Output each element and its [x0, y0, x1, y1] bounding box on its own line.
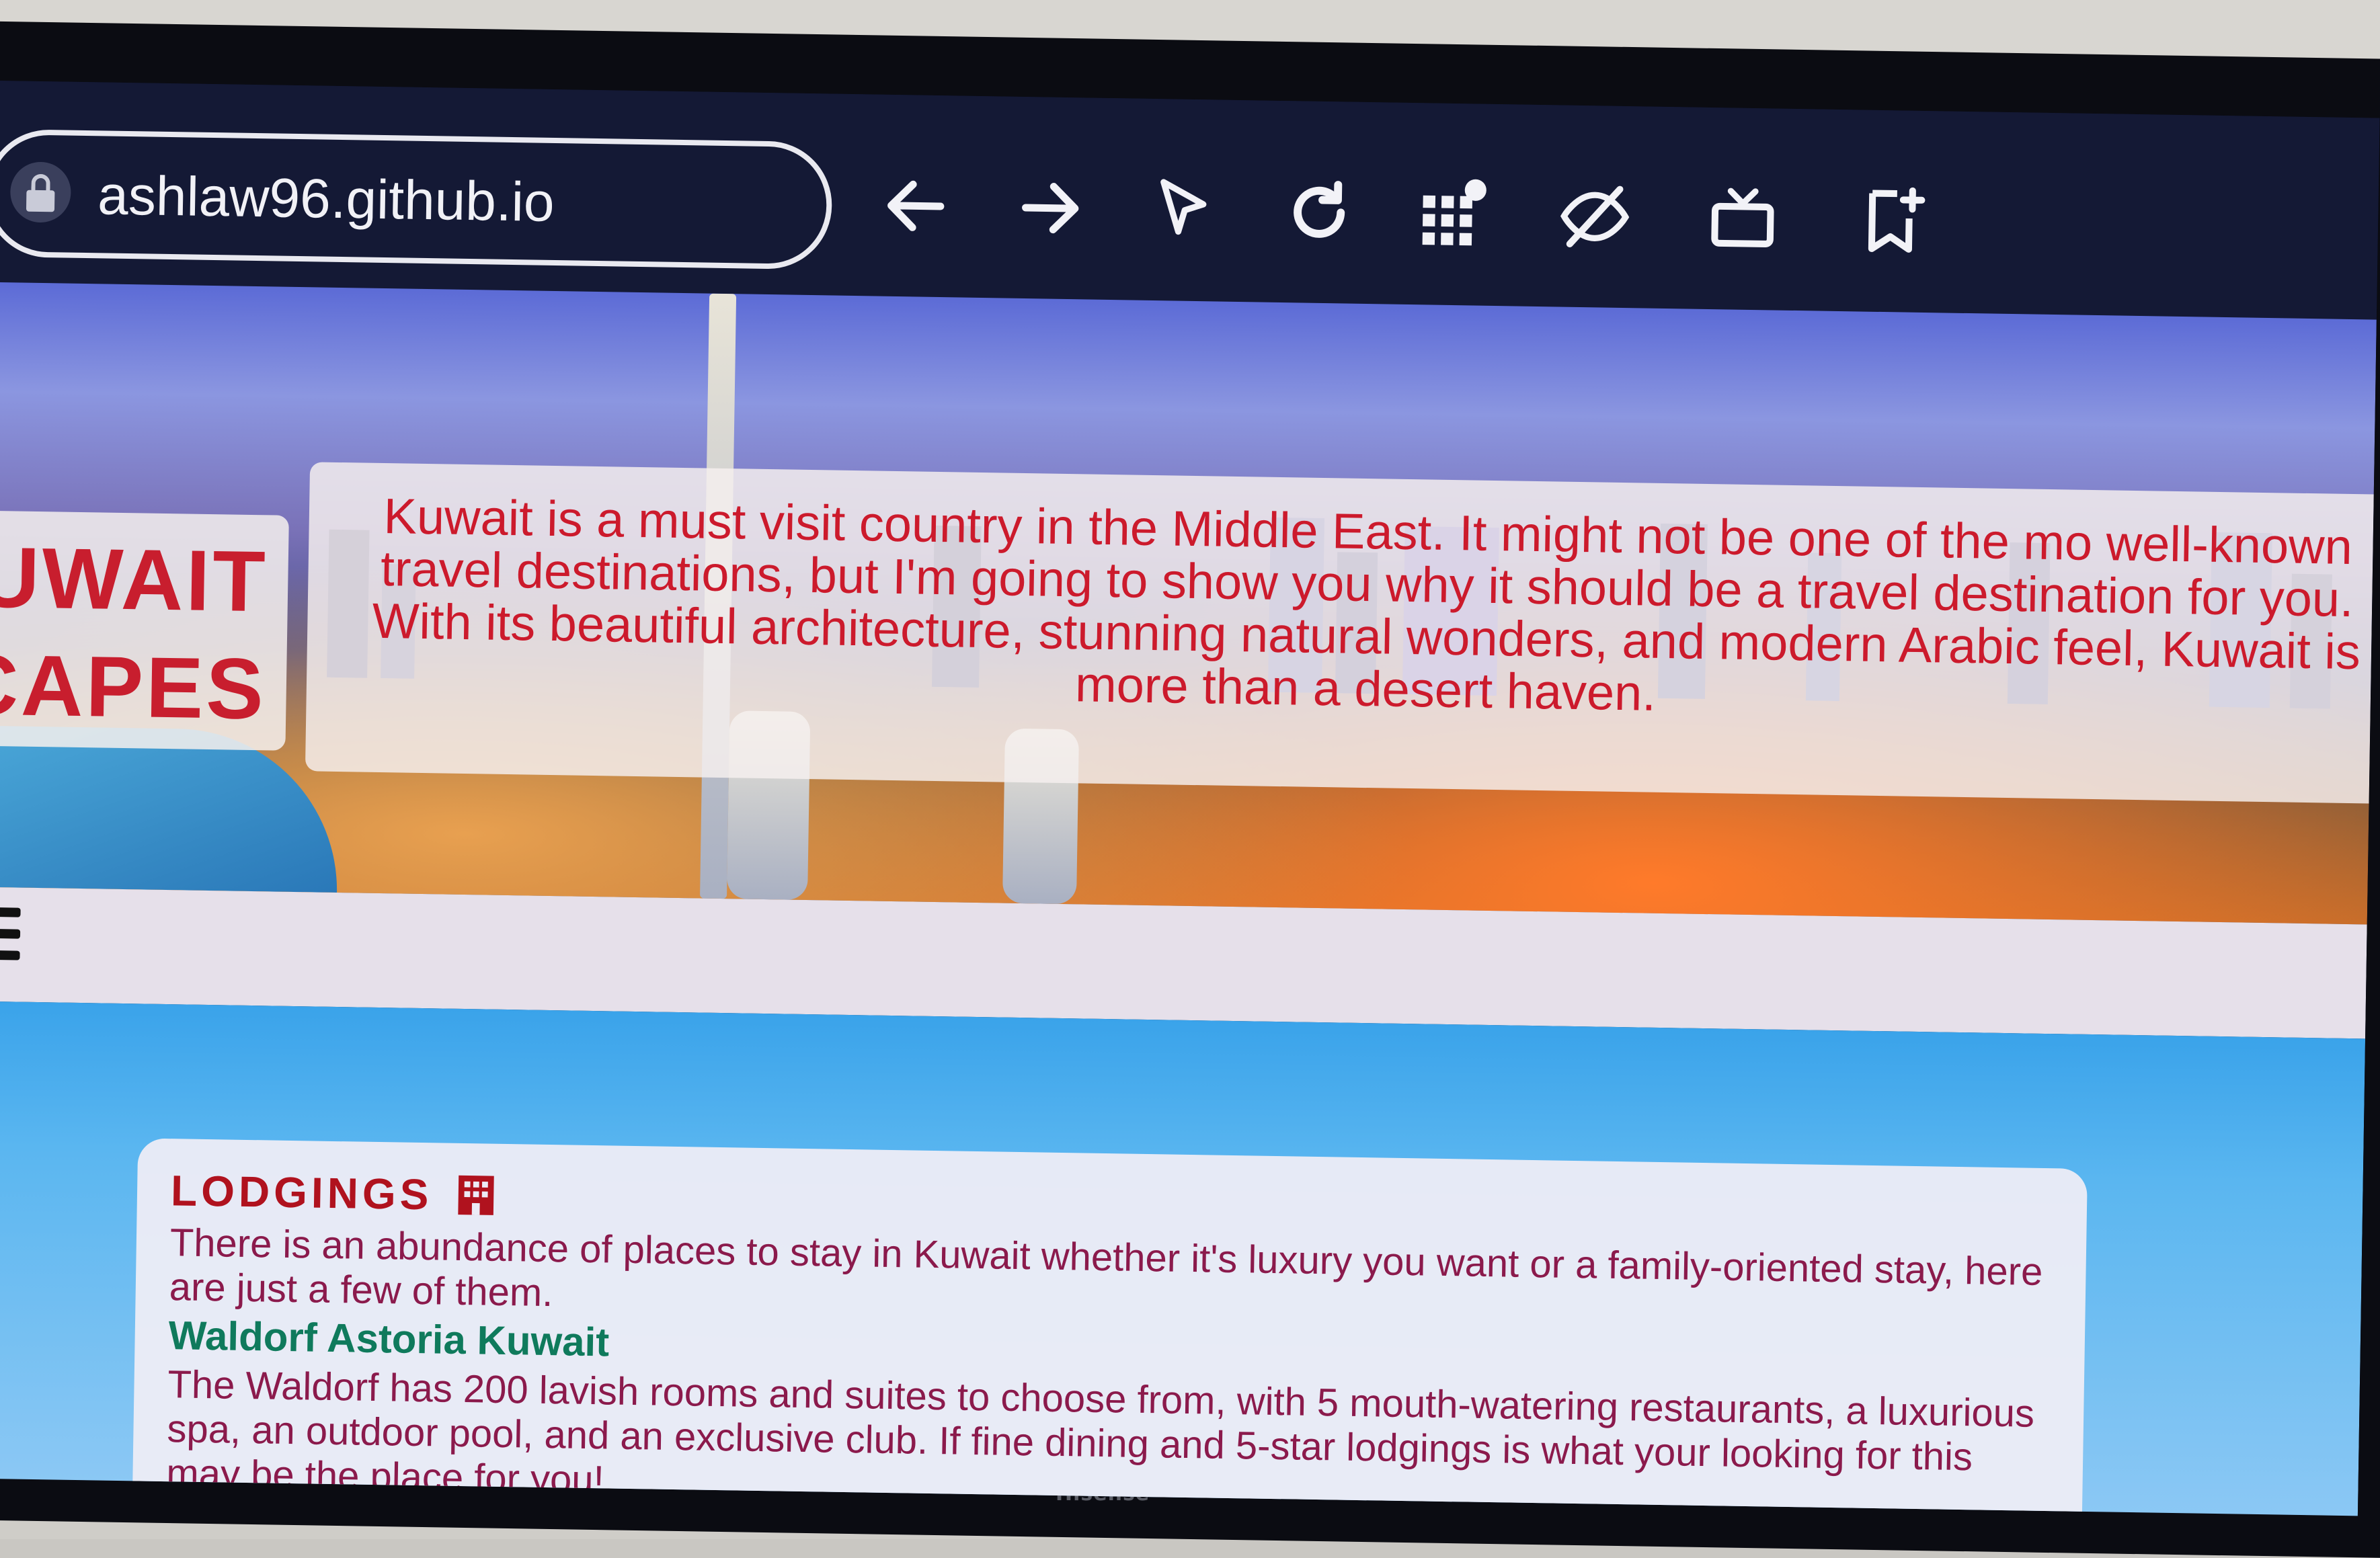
- hide-button[interactable]: [1544, 165, 1646, 268]
- intro-text: Kuwait is a must visit country in the Mi…: [372, 488, 2361, 721]
- cursor-pointer-icon: [1160, 179, 1207, 235]
- tv-mode-button[interactable]: [1692, 168, 1794, 270]
- address-bar-url[interactable]: ashlaw96.github.io: [97, 165, 555, 233]
- eye-off-icon: [1560, 186, 1630, 247]
- lodgings-title: LODGINGS: [170, 1166, 433, 1219]
- tv-frame: Hisense ashlaw96.github.io: [0, 0, 2380, 1558]
- browser-toolbar: ashlaw96.github.io: [0, 81, 2380, 320]
- lock-icon: [9, 161, 72, 223]
- lodgings-card: LODGINGS There is an abundance of places…: [131, 1138, 2088, 1516]
- site-logo-text: UWAIT CAPES: [0, 523, 289, 744]
- arrow-left-icon: [887, 180, 945, 231]
- logo-line-1: UWAIT: [0, 529, 269, 630]
- back-button[interactable]: [865, 155, 967, 257]
- logo-line-2: CAPES: [0, 637, 267, 738]
- intro-box: Kuwait is a must visit country in the Mi…: [305, 462, 2377, 805]
- bookmark-add-icon: [1868, 187, 1926, 253]
- arrow-right-icon: [1022, 183, 1079, 234]
- pointer-mode-button[interactable]: [1134, 159, 1236, 261]
- menu-icon[interactable]: [0, 907, 21, 975]
- sea-image: [0, 725, 340, 893]
- reload-icon: [1294, 181, 1345, 238]
- site-logo[interactable]: UWAIT CAPES: [0, 509, 289, 751]
- hero-banner: UWAIT CAPES Kuwait is a must visit count…: [0, 282, 2377, 925]
- apps-grid-icon: [1422, 179, 1486, 246]
- forward-button[interactable]: [999, 157, 1101, 259]
- apps-button[interactable]: [1402, 163, 1505, 265]
- content-section: LODGINGS There is an abundance of places…: [0, 1001, 2366, 1516]
- add-bookmark-button[interactable]: [1839, 170, 1942, 272]
- hotel-icon: [458, 1175, 495, 1215]
- reload-button[interactable]: [1268, 161, 1370, 263]
- tv-icon: [1711, 188, 1774, 247]
- tv-screen: ashlaw96.github.io UWAIT CAPES Kuwait is…: [0, 81, 2380, 1516]
- address-bar[interactable]: ashlaw96.github.io: [0, 128, 833, 270]
